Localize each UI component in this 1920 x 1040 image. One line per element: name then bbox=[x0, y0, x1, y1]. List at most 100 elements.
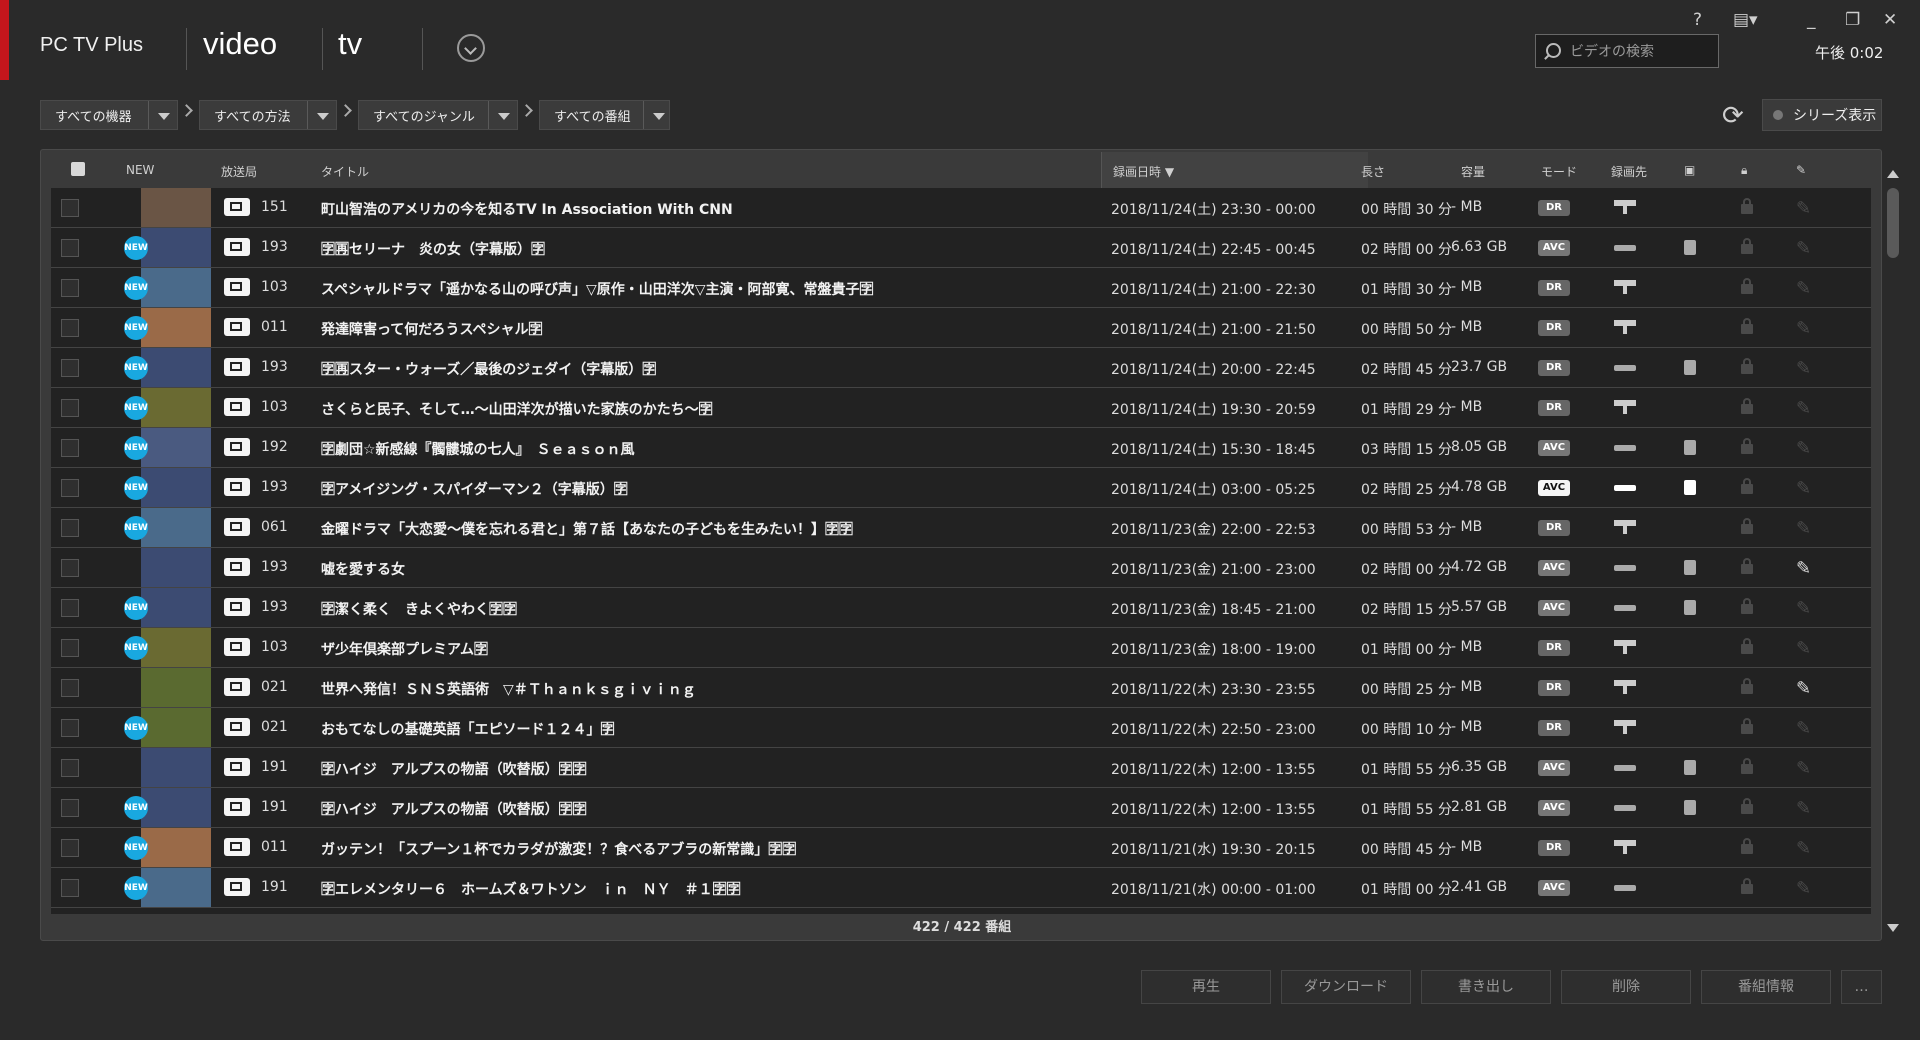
filter-method[interactable]: すべての方法 bbox=[199, 100, 337, 130]
row-checkbox[interactable] bbox=[61, 399, 79, 417]
filter-program[interactable]: すべての番組 bbox=[539, 100, 670, 130]
row-checkbox[interactable] bbox=[61, 559, 79, 577]
col-datetime[interactable]: 録画日時 ▼ bbox=[1113, 163, 1174, 180]
lock-icon[interactable] bbox=[1741, 638, 1753, 654]
edit-icon[interactable]: ✎ bbox=[1796, 398, 1811, 419]
table-row[interactable]: NEW 191 🈑ハイジ アルプスの物語（吹替版）🈑🈑 2018/11/22(木) 1… bbox=[51, 788, 1871, 828]
col-dest[interactable]: 録画先 bbox=[1611, 163, 1647, 180]
lock-icon[interactable] bbox=[1741, 438, 1753, 454]
col-size[interactable]: 容量 bbox=[1461, 163, 1485, 180]
lock-icon[interactable] bbox=[1741, 278, 1753, 294]
table-row[interactable]: NEW 061 金曜ドラマ「大恋愛～僕を忘れる君と」第７話【あなたの子どもを生みたい… bbox=[51, 508, 1871, 548]
row-checkbox[interactable] bbox=[61, 239, 79, 257]
edit-icon[interactable]: ✎ bbox=[1796, 518, 1811, 539]
edit-icon[interactable]: ✎ bbox=[1796, 798, 1811, 819]
play-button[interactable]: 再生 bbox=[1141, 970, 1271, 1004]
program-info-button[interactable]: 番組情報 bbox=[1701, 970, 1831, 1004]
edit-icon[interactable]: ✎ bbox=[1796, 278, 1811, 299]
table-row[interactable]: 193 嘘を愛する女 2018/11/23(金) 21:00 - 23:00 02 時… bbox=[51, 548, 1871, 588]
lock-icon[interactable] bbox=[1741, 758, 1753, 774]
row-checkbox[interactable] bbox=[61, 279, 79, 297]
export-button[interactable]: 書き出し bbox=[1421, 970, 1551, 1004]
row-checkbox[interactable] bbox=[61, 679, 79, 697]
col-copy-icon[interactable]: ▣ bbox=[1684, 163, 1695, 177]
minimize-icon[interactable]: _ bbox=[1807, 10, 1816, 30]
row-checkbox[interactable] bbox=[61, 879, 79, 897]
edit-icon[interactable]: ✎ bbox=[1796, 318, 1811, 339]
close-icon[interactable]: ✕ bbox=[1883, 10, 1897, 30]
row-checkbox[interactable] bbox=[61, 359, 79, 377]
edit-icon[interactable]: ✎ bbox=[1796, 838, 1811, 859]
lock-icon[interactable] bbox=[1741, 318, 1753, 334]
lock-icon[interactable] bbox=[1741, 518, 1753, 534]
edit-icon[interactable]: ✎ bbox=[1796, 358, 1811, 379]
scroll-down-icon[interactable] bbox=[1887, 924, 1899, 932]
search-box[interactable] bbox=[1535, 34, 1719, 68]
lock-icon[interactable] bbox=[1741, 878, 1753, 894]
search-input[interactable] bbox=[1568, 41, 1712, 63]
nav-tab-tv[interactable]: tv bbox=[338, 26, 362, 62]
row-checkbox[interactable] bbox=[61, 319, 79, 337]
col-lock-icon[interactable]: 🔒︎ bbox=[1741, 163, 1747, 178]
table-row[interactable]: NEW 192 🈑劇団☆新感線『髑髏城の七人』 Ｓｅａｓｏｎ風 2018/11/24(… bbox=[51, 428, 1871, 468]
download-button[interactable]: ダウンロード bbox=[1281, 970, 1411, 1004]
col-length[interactable]: 長さ bbox=[1361, 163, 1385, 180]
edit-icon[interactable]: ✎ bbox=[1796, 598, 1811, 619]
row-checkbox[interactable] bbox=[61, 519, 79, 537]
table-row[interactable]: NEW 193 🈑潔く柔く きよくやわく🈑🈑 2018/11/23(金) 18:45 … bbox=[51, 588, 1871, 628]
col-channel[interactable]: 放送局 bbox=[221, 163, 257, 180]
table-row[interactable]: NEW 191 🈑エレメンタリー６ ホームズ＆ワトソン ｉｎ ＮＹ ＃１🈑🈑 2018… bbox=[51, 868, 1871, 908]
scrollbar-thumb[interactable] bbox=[1887, 188, 1899, 258]
lock-icon[interactable] bbox=[1741, 678, 1753, 694]
row-checkbox[interactable] bbox=[61, 439, 79, 457]
row-checkbox[interactable] bbox=[61, 759, 79, 777]
nav-tab-video[interactable]: video bbox=[203, 26, 277, 62]
toolbox-icon[interactable]: ▤▾ bbox=[1733, 10, 1758, 30]
edit-icon[interactable]: ✎ bbox=[1796, 198, 1811, 219]
row-checkbox[interactable] bbox=[61, 479, 79, 497]
nav-dropdown-icon[interactable] bbox=[457, 34, 485, 62]
chevron-down-icon[interactable] bbox=[148, 101, 177, 129]
edit-icon[interactable]: ✎ bbox=[1796, 678, 1811, 699]
table-row[interactable]: NEW 103 ザ少年倶楽部プレミアム🈑 2018/11/23(金) 18:00 - … bbox=[51, 628, 1871, 668]
lock-icon[interactable] bbox=[1741, 838, 1753, 854]
row-checkbox[interactable] bbox=[61, 719, 79, 737]
select-all-checkbox[interactable] bbox=[71, 162, 85, 176]
table-row[interactable]: NEW 103 スペシャルドラマ「遥かなる山の呼び声」▽原作・山田洋次▽主演・阿部寛… bbox=[51, 268, 1871, 308]
lock-icon[interactable] bbox=[1741, 798, 1753, 814]
series-view-toggle[interactable]: シリーズ表示 bbox=[1762, 99, 1882, 131]
chevron-down-icon[interactable] bbox=[642, 101, 669, 129]
table-row[interactable]: NEW 011 ガッテン！「スプーン１杯でカラダが激変！？食べるアブラの新常識」🈑🈑… bbox=[51, 828, 1871, 868]
filter-genre[interactable]: すべてのジャンル bbox=[358, 100, 518, 130]
edit-icon[interactable]: ✎ bbox=[1796, 478, 1811, 499]
help-icon[interactable]: ? bbox=[1693, 10, 1702, 30]
edit-icon[interactable]: ✎ bbox=[1796, 758, 1811, 779]
edit-icon[interactable]: ✎ bbox=[1796, 558, 1811, 579]
table-row[interactable]: NEW 193 🈑🈞スター・ウォーズ／最後のジェダイ（字幕版）🈑 2018/11/24… bbox=[51, 348, 1871, 388]
table-row[interactable]: NEW 021 おもてなしの基礎英語「エピソード１２４」🈑 2018/11/22(木)… bbox=[51, 708, 1871, 748]
refresh-icon[interactable]: ⟳ bbox=[1722, 101, 1744, 131]
lock-icon[interactable] bbox=[1741, 558, 1753, 574]
chevron-down-icon[interactable] bbox=[307, 101, 336, 129]
row-checkbox[interactable] bbox=[61, 599, 79, 617]
col-mode[interactable]: モード bbox=[1541, 163, 1577, 180]
col-edit-icon[interactable]: ✎ bbox=[1796, 163, 1806, 177]
lock-icon[interactable] bbox=[1741, 398, 1753, 414]
edit-icon[interactable]: ✎ bbox=[1796, 438, 1811, 459]
col-new[interactable]: NEW bbox=[126, 163, 154, 177]
row-checkbox[interactable] bbox=[61, 639, 79, 657]
chevron-down-icon[interactable] bbox=[488, 101, 517, 129]
edit-icon[interactable]: ✎ bbox=[1796, 638, 1811, 659]
lock-icon[interactable] bbox=[1741, 718, 1753, 734]
edit-icon[interactable]: ✎ bbox=[1796, 238, 1811, 259]
filter-device[interactable]: すべての機器 bbox=[40, 100, 178, 130]
table-row[interactable]: NEW 011 発達障害って何だろうスペシャル🈑 2018/11/24(土) 21:0… bbox=[51, 308, 1871, 348]
table-row[interactable]: 151 町山智浩のアメリカの今を知るTV In Association With … bbox=[51, 188, 1871, 228]
table-row[interactable]: NEW 193 🈑アメイジング・スパイダーマン２（字幕版）🈑 2018/11/24(土… bbox=[51, 468, 1871, 508]
table-row[interactable]: NEW 103 さくらと民子、そして…～山田洋次が描いた家族のかたち～🈑 2018/1… bbox=[51, 388, 1871, 428]
row-checkbox[interactable] bbox=[61, 799, 79, 817]
lock-icon[interactable] bbox=[1741, 198, 1753, 214]
lock-icon[interactable] bbox=[1741, 478, 1753, 494]
table-row[interactable]: 021 世界へ発信！ＳＮＳ英語術 ▽＃Ｔｈａｎｋｓｇｉｖｉｎｇ 2018/11/22… bbox=[51, 668, 1871, 708]
table-row[interactable]: NEW 193 🈑🈞セリーナ 炎の女（字幕版）🈑 2018/11/24(土) 22:4… bbox=[51, 228, 1871, 268]
